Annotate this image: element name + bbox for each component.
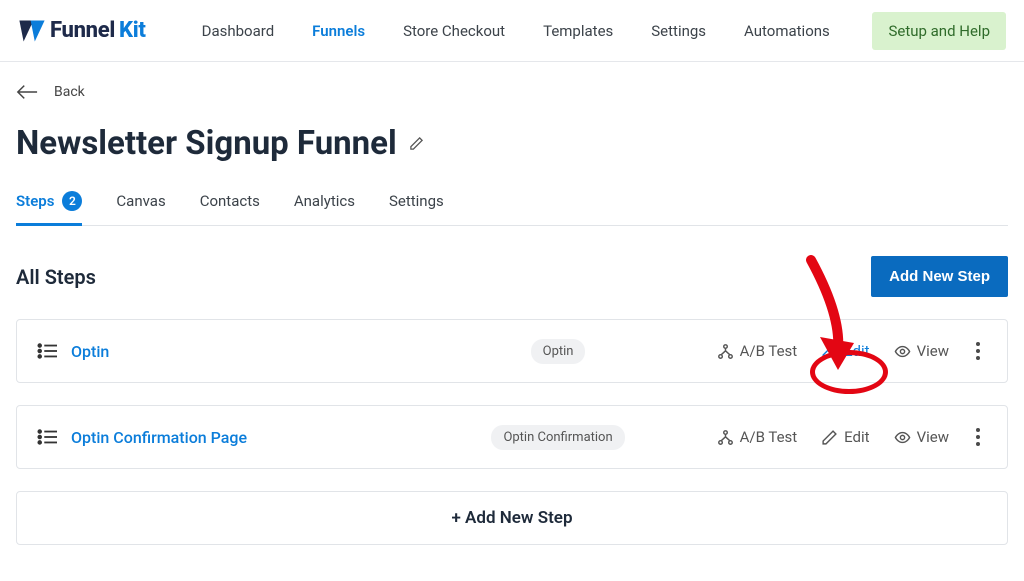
ab-test-action[interactable]: A/B Test [713,424,802,450]
tab-steps-badge: 2 [62,191,82,211]
drag-handle-icon[interactable] [37,428,57,446]
title-row: Newsletter Signup Funnel [16,124,1008,163]
nav-templates[interactable]: Templates [543,22,613,40]
back-label: Back [54,84,85,100]
step-row: Optin Optin A/B Test Edit [16,319,1008,383]
brand-name-b: Kit [119,18,146,43]
add-new-step-button[interactable]: Add New Step [871,256,1008,297]
page-title: Newsletter Signup Funnel [16,124,397,163]
nav-store-checkout[interactable]: Store Checkout [403,22,505,40]
ab-test-icon [717,429,734,446]
page-body: Back Newsletter Signup Funnel Steps 2 Ca… [0,62,1024,545]
edit-label: Edit [844,342,869,360]
view-label: View [917,428,949,446]
tab-steps-label: Steps [16,192,54,210]
main-nav: Dashboard Funnels Store Checkout Templat… [202,22,830,40]
nav-automations[interactable]: Automations [744,22,830,40]
pencil-icon [821,343,838,360]
ab-test-action[interactable]: A/B Test [713,338,802,364]
step-row: Optin Confirmation Page Optin Confirmati… [16,405,1008,469]
arrow-left-icon [16,84,38,100]
tab-canvas[interactable]: Canvas [116,191,165,225]
tab-contacts[interactable]: Contacts [200,191,260,225]
more-menu-icon[interactable] [969,341,987,361]
pencil-icon [821,429,838,446]
nav-dashboard[interactable]: Dashboard [202,22,275,40]
ab-test-label: A/B Test [740,342,798,360]
step-type-pill: Optin [531,339,586,364]
view-action[interactable]: View [890,424,953,450]
setup-help-button[interactable]: Setup and Help [872,12,1006,50]
top-navbar: FunnelKit Dashboard Funnels Store Checko… [0,0,1024,62]
brand-logo[interactable]: FunnelKit [18,18,146,43]
back-link[interactable]: Back [16,84,1008,100]
edit-label: Edit [844,428,869,446]
eye-icon [894,429,911,446]
view-label: View [917,342,949,360]
step-type-pill: Optin Confirmation [491,425,624,450]
eye-icon [894,343,911,360]
tab-settings[interactable]: Settings [389,191,444,225]
drag-handle-icon[interactable] [37,342,57,360]
edit-action[interactable]: Edit [817,338,873,364]
steps-section-header: All Steps Add New Step [16,256,1008,297]
view-action[interactable]: View [890,338,953,364]
step-name-link[interactable]: Optin [71,342,109,361]
step-name-link[interactable]: Optin Confirmation Page [71,428,247,447]
edit-action[interactable]: Edit [817,424,873,450]
nav-funnels[interactable]: Funnels [312,22,365,40]
tab-steps[interactable]: Steps 2 [16,191,82,225]
section-title: All Steps [16,265,96,289]
edit-title-icon[interactable] [409,136,424,151]
tab-analytics[interactable]: Analytics [294,191,355,225]
brand-name-a: Funnel [50,18,115,43]
brand-mark-icon [18,19,46,43]
more-menu-icon[interactable] [969,427,987,447]
add-new-step-card[interactable]: + Add New Step [16,491,1008,545]
funnel-tabs: Steps 2 Canvas Contacts Analytics Settin… [16,191,1008,226]
ab-test-icon [717,343,734,360]
ab-test-label: A/B Test [740,428,798,446]
nav-settings[interactable]: Settings [651,22,706,40]
